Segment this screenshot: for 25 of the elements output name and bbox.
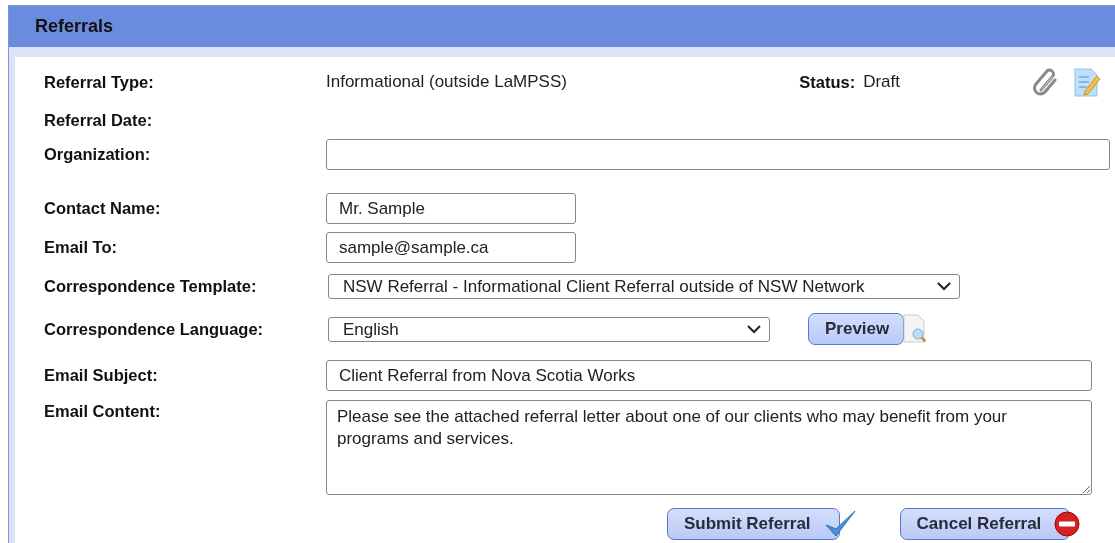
text-field[interactable]: Mr. Sample (326, 193, 576, 224)
field-label: Referral Date: (44, 110, 154, 130)
field-value: Informational (outside LaMPSS) (326, 72, 567, 92)
panel-title: Referrals (9, 6, 1115, 47)
status-value: Draft (863, 72, 900, 92)
field-label: Correspondence Language: (44, 319, 265, 339)
submit-button[interactable]: Submit Referral (667, 508, 840, 540)
checkmark-icon (823, 509, 856, 539)
stop-icon (1054, 511, 1081, 537)
preview-button[interactable]: Preview (808, 313, 905, 345)
edit-document-icon[interactable] (1073, 66, 1101, 98)
status-label: Status: (799, 72, 856, 92)
field-label: Email Content: (44, 401, 162, 421)
document-magnifier-icon (902, 314, 929, 344)
field-label: Contact Name: (44, 199, 162, 218)
text-field[interactable]: sample@sample.ca (326, 232, 576, 263)
text-area[interactable]: Please see the attached referral letter about one of our clients who may benefit from your programs and services. (326, 400, 1092, 495)
field-label: Correspondence Template: (44, 277, 258, 296)
field-label: Email Subject: (44, 366, 159, 385)
field-label: Email To: (44, 238, 119, 257)
dropdown[interactable]: NSW Referral - Informational Client Referral outside of NSW Network (328, 274, 960, 299)
field-label: Referral Type: (44, 72, 155, 92)
dropdown[interactable]: English (328, 316, 770, 342)
text-field[interactable]: Client Referral from Nova Scotia Works (326, 360, 1092, 391)
field-label: Organization: (44, 145, 152, 164)
